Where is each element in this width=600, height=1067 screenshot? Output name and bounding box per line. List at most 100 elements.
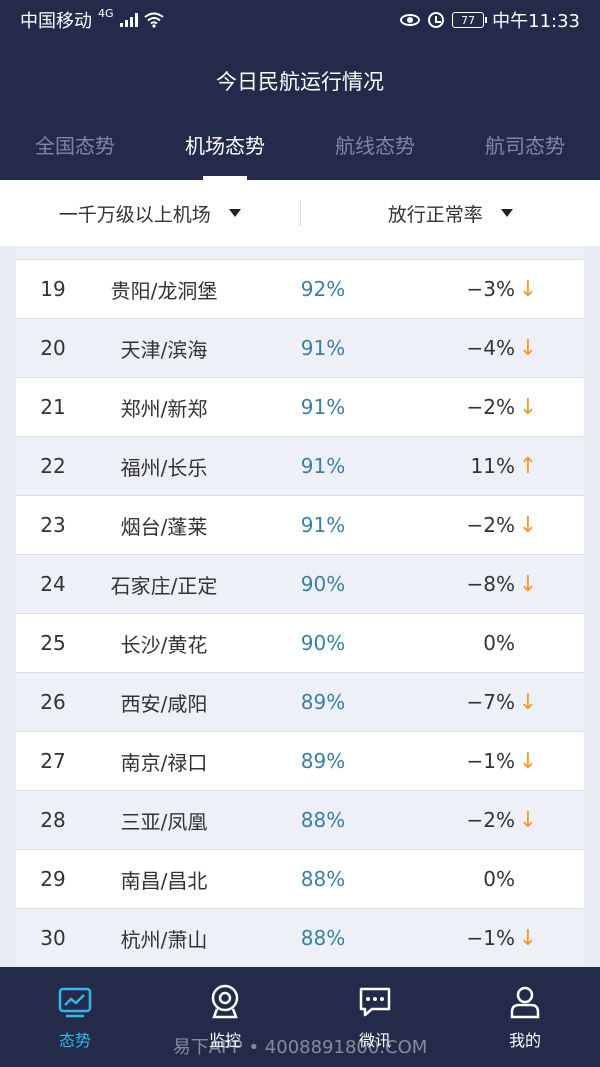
network-type: 4G xyxy=(98,7,114,20)
airport-name-cell: 烟台/蓬莱 xyxy=(120,514,208,539)
airport-name-cell: 三亚/凤凰 xyxy=(120,809,208,834)
on-time-rate-cell: 91% xyxy=(300,454,346,478)
dropdown-value: 一千万级以上机场 xyxy=(58,203,211,226)
arrow-down-icon: ↓ xyxy=(518,689,538,715)
nav-label: 微讯 xyxy=(358,1031,391,1050)
status-time: 中午11:33 xyxy=(492,11,580,32)
metric-dropdown[interactable]: 放行正常率 xyxy=(301,180,600,246)
change-value: −8% xyxy=(466,572,516,596)
table-row[interactable]: 29 南昌/昌北 88% 0% xyxy=(16,850,584,909)
tab-route[interactable]: 航线态势 xyxy=(300,130,450,180)
nav-item-situation[interactable]: 态势 xyxy=(0,967,150,1067)
airport-ranking-list[interactable]: 19 贵阳/龙洞堡 92% −3% ↓ 20 天津/滨海 91% −4% ↓ 21 郑州/新郑 91% −… xyxy=(16,246,584,966)
arrow-down-icon: ↓ xyxy=(518,807,538,833)
table-row[interactable]: 25 长沙/黄花 90% 0% xyxy=(16,614,584,673)
rank-cell: 30 xyxy=(40,926,66,950)
airport-name-cell: 石家庄/正定 xyxy=(110,573,218,598)
dropdown-caret-icon xyxy=(228,209,241,217)
nav-item-profile[interactable]: 我的 xyxy=(450,967,600,1067)
wifi-icon xyxy=(143,12,164,28)
table-row[interactable]: 21 郑州/新郑 91% −2% ↓ xyxy=(16,378,584,437)
change-value: 0% xyxy=(483,631,515,655)
nav-label: 监控 xyxy=(208,1031,241,1050)
on-time-rate-cell: 91% xyxy=(300,336,346,360)
signal-icon xyxy=(119,13,138,27)
change-cell: 11% ↑ xyxy=(408,454,584,479)
arrow-down-icon: ↓ xyxy=(518,748,538,774)
change-cell: 0% xyxy=(408,867,584,891)
arrow-up-icon: ↑ xyxy=(518,453,538,479)
rank-cell: 28 xyxy=(40,808,66,832)
filter-bar: 一千万级以上机场 放行正常率 xyxy=(0,180,600,246)
nav-label: 态势 xyxy=(58,1031,91,1050)
eye-comfort-icon xyxy=(400,14,421,26)
change-cell: −1% ↓ xyxy=(408,926,584,951)
bottom-nav: 态势 监控 微讯 我的 xyxy=(0,967,600,1067)
change-value: −2% xyxy=(466,808,516,832)
camera-icon xyxy=(211,984,239,1019)
rank-cell: 23 xyxy=(40,513,66,537)
change-value: −4% xyxy=(466,336,516,360)
change-value: −3% xyxy=(466,277,516,301)
on-time-rate-cell: 91% xyxy=(300,513,346,537)
rank-cell: 20 xyxy=(40,336,66,360)
list-row-partial xyxy=(16,246,584,260)
rank-cell: 27 xyxy=(40,749,66,773)
change-cell: −3% ↓ xyxy=(408,277,584,302)
nav-item-monitor[interactable]: 监控 xyxy=(150,967,300,1067)
table-row[interactable]: 20 天津/滨海 91% −4% ↓ xyxy=(16,319,584,378)
carrier-name: 中国移动 xyxy=(20,11,92,32)
table-row[interactable]: 30 杭州/萧山 88% −1% ↓ xyxy=(16,909,584,966)
arrow-down-icon: ↓ xyxy=(518,394,538,420)
change-cell: −1% ↓ xyxy=(408,749,584,774)
airport-category-dropdown[interactable]: 一千万级以上机场 xyxy=(0,180,300,246)
nav-item-messages[interactable]: 微讯 xyxy=(300,967,450,1067)
change-cell: −8% ↓ xyxy=(408,572,584,597)
on-time-rate-cell: 91% xyxy=(300,395,346,419)
table-row[interactable]: 28 三亚/凤凰 88% −2% ↓ xyxy=(16,791,584,850)
rank-cell: 25 xyxy=(40,631,66,655)
alarm-icon xyxy=(428,12,445,28)
table-row[interactable]: 23 烟台/蓬莱 91% −2% ↓ xyxy=(16,496,584,555)
change-value: 0% xyxy=(483,867,515,891)
table-row[interactable]: 24 石家庄/正定 90% −8% ↓ xyxy=(16,555,584,614)
airport-name-cell: 南京/禄口 xyxy=(120,750,208,775)
battery-level: 77 xyxy=(461,13,476,27)
table-row[interactable]: 19 贵阳/龙洞堡 92% −3% ↓ xyxy=(16,260,584,319)
app-header: 今日民航运行情况 全国态势 机场态势 航线态势 航司态势 xyxy=(0,40,600,180)
change-value: −2% xyxy=(466,513,516,537)
tab-label: 航线态势 xyxy=(335,134,415,158)
rank-cell: 29 xyxy=(40,867,66,891)
user-icon xyxy=(510,986,540,1019)
change-value: −1% xyxy=(466,926,516,950)
rank-cell: 19 xyxy=(40,277,66,301)
table-row[interactable]: 26 西安/咸阳 89% −7% ↓ xyxy=(16,673,584,732)
airport-name-cell: 福州/长乐 xyxy=(120,455,208,480)
tab-national[interactable]: 全国态势 xyxy=(0,130,150,180)
tab-airport[interactable]: 机场态势 xyxy=(150,130,300,180)
on-time-rate-cell: 89% xyxy=(300,690,346,714)
table-row[interactable]: 27 南京/禄口 89% −1% ↓ xyxy=(16,732,584,791)
battery-icon: 77 xyxy=(452,12,488,28)
change-value: −2% xyxy=(466,395,516,419)
table-row[interactable]: 22 福州/长乐 91% 11% ↑ xyxy=(16,437,584,496)
on-time-rate-cell: 88% xyxy=(300,867,346,891)
on-time-rate-cell: 88% xyxy=(300,926,346,950)
arrow-down-icon: ↓ xyxy=(518,925,538,951)
arrow-down-icon: ↓ xyxy=(518,571,538,597)
change-cell: −7% ↓ xyxy=(408,690,584,715)
airport-name-cell: 贵阳/龙洞堡 xyxy=(110,278,218,303)
on-time-rate-cell: 88% xyxy=(300,808,346,832)
trend-chart-icon xyxy=(58,987,92,1018)
tab-airline[interactable]: 航司态势 xyxy=(450,130,600,180)
on-time-rate-cell: 89% xyxy=(300,749,346,773)
change-cell: −4% ↓ xyxy=(408,336,584,361)
airport-name-cell: 天津/滨海 xyxy=(120,337,208,362)
on-time-rate-cell: 92% xyxy=(300,277,346,301)
dropdown-caret-icon xyxy=(500,209,513,217)
airport-name-cell: 南昌/昌北 xyxy=(120,868,208,893)
change-cell: 0% xyxy=(408,631,584,655)
nav-label: 我的 xyxy=(508,1031,541,1050)
change-cell: −2% ↓ xyxy=(408,395,584,420)
tab-label: 全国态势 xyxy=(35,134,115,158)
